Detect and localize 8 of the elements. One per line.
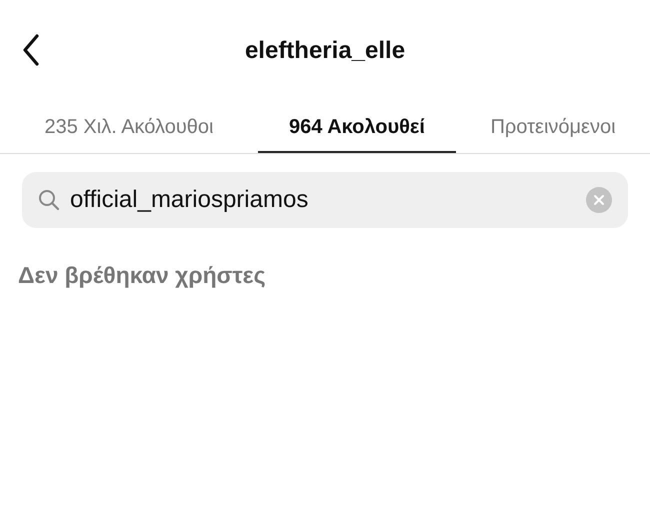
tab[interactable]: 964 Ακολουθεί	[258, 100, 456, 153]
tab[interactable]: 235 Χιλ. Ακόλουθοι	[0, 100, 258, 153]
search-icon	[38, 189, 60, 211]
empty-message: Δεν βρέθηκαν χρήστες	[18, 262, 266, 288]
profile-title: eleftheria_elle	[244, 36, 406, 66]
tab[interactable]: Προτεινόμενοι	[456, 100, 650, 153]
back-icon	[22, 34, 40, 66]
search-field[interactable]: official_mariospriamos	[22, 172, 628, 228]
